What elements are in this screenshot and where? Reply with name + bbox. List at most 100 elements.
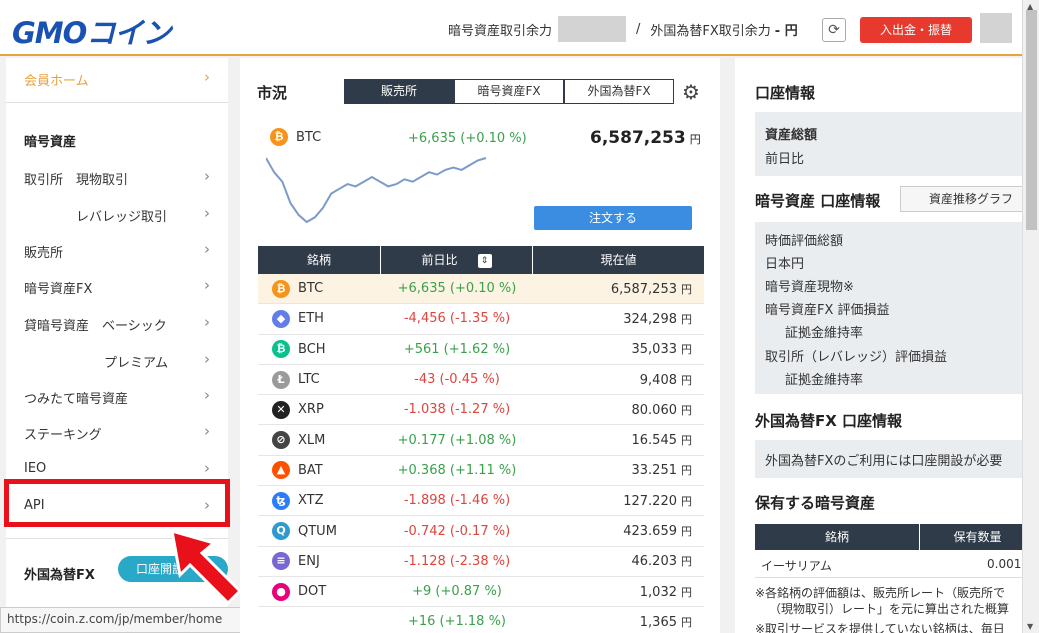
symbol-label: BAT xyxy=(298,462,323,478)
tab-retail[interactable]: 販売所 xyxy=(344,79,454,104)
fx-notice: 外国為替FXのご利用には口座開設が必要 xyxy=(765,454,1003,469)
table-row[interactable]: +16 (+1.18 %) 1,365 円 xyxy=(258,607,704,633)
tezos-icon: ꜩ xyxy=(272,491,290,510)
col-symbol[interactable]: 銘柄 xyxy=(258,246,381,274)
featured-price: 6,587,253 円 xyxy=(590,128,701,148)
refresh-icon[interactable]: ⟳ xyxy=(822,18,846,42)
pointer-arrow-icon xyxy=(170,528,243,605)
col-change-label: 前日比 xyxy=(421,253,458,267)
price-value: 1,032 xyxy=(639,584,677,600)
table-row[interactable]: Q QTUM -0.742 (-0.17 %) 423.659 円 xyxy=(258,516,704,547)
row-price: 46.203 円 xyxy=(533,553,704,569)
order-button[interactable]: 注文する xyxy=(534,206,692,230)
sidebar-item-staking[interactable]: ステーキング › xyxy=(6,414,228,450)
chevron-right-icon: › xyxy=(204,313,210,331)
account-panel: 口座情報 資産総額 前日比 暗号資産 口座情報 資産推移グラフ 時価評価総額 日… xyxy=(735,58,1022,633)
yen-unit: 円 xyxy=(681,403,692,417)
row-price: 35,033 円 xyxy=(533,341,704,357)
chevron-right-icon: › xyxy=(204,68,210,86)
crypto-heading: 暗号資産 xyxy=(24,135,77,150)
row-symbol: ◆ ETH xyxy=(258,309,381,328)
sidebar-item-member-home[interactable]: 会員ホーム › xyxy=(6,60,228,96)
table-row[interactable]: ₿ BCH +561 (+1.62 %) 35,033 円 xyxy=(258,335,704,365)
sidebar-item-lending-premium[interactable]: プレミアム › xyxy=(6,342,228,378)
chevron-right-icon: › xyxy=(204,459,210,477)
row-price: 80.060 円 xyxy=(533,402,704,418)
sidebar-item-label: レバレッジ取引 xyxy=(76,210,168,225)
holdings-col-qty: 保有数量 xyxy=(953,530,1002,544)
sidebar-item-label: つみたて暗号資産 xyxy=(24,392,129,407)
sidebar-item-lending-basic[interactable]: 貸暗号資産 ベーシック › xyxy=(6,305,228,341)
tab-forex-fx[interactable]: 外国為替FX xyxy=(564,79,674,104)
sidebar-item-label: プレミアム xyxy=(104,356,169,371)
scroll-down-icon[interactable]: ▼ xyxy=(1027,622,1033,631)
tab-crypto-fx[interactable]: 暗号資産FX xyxy=(454,79,564,104)
row-change: +9 (+0.87 %) xyxy=(412,584,502,600)
bitcoin-icon: ₿ xyxy=(270,128,288,146)
top-header: GMOコイン 暗号資産取引余力 / 外国為替FX取引余力 - 円 ⟳ 入出金・振… xyxy=(0,0,1022,56)
symbol-label: XRP xyxy=(298,402,324,418)
symbol-label: DOT xyxy=(298,584,327,600)
fx-account-title: 外国為替FX 口座情報 xyxy=(755,412,903,430)
price-value: 127.220 xyxy=(623,493,677,509)
sidebar-item-exchange-spot[interactable]: 取引所 現物取引 › xyxy=(6,159,228,195)
row-change: +0.368 (+1.11 %) xyxy=(397,462,517,478)
yen-unit: 円 xyxy=(681,373,692,387)
scroll-thumb[interactable] xyxy=(1026,10,1037,230)
price-value: 33.251 xyxy=(631,463,678,479)
acc-line: 証拠金維持率 xyxy=(785,373,864,388)
asset-graph-button[interactable]: 資産推移グラフ xyxy=(900,186,1022,212)
row-change: +0.177 (+1.08 %) xyxy=(397,432,517,448)
row-price: 33.251 円 xyxy=(533,462,704,478)
holdings-col-name: 銘柄 xyxy=(755,524,920,550)
table-row[interactable]: ꜩ XTZ -1.898 (-1.46 %) 127.220 円 xyxy=(258,486,704,517)
table-row[interactable]: ₿ BTC +6,635 (+0.10 %) 6,587,253 円 xyxy=(258,274,704,305)
table-row[interactable]: ▲ BAT +0.368 (+1.11 %) 33.251 円 xyxy=(258,456,704,487)
row-change: -1.898 (-1.46 %) xyxy=(403,493,511,509)
row-symbol: ✕ XRP xyxy=(258,400,381,419)
sidebar-item-label: 会員ホーム xyxy=(24,74,89,89)
row-symbol: Ł LTC xyxy=(258,370,381,389)
acc-line: 証拠金維持率 xyxy=(785,326,864,341)
stellar-icon: ⊘ xyxy=(272,431,290,450)
row-symbol: ▲ BAT xyxy=(258,461,381,480)
bat-icon: ▲ xyxy=(272,461,290,480)
col-change[interactable]: 前日比 ⇕ xyxy=(381,246,533,274)
row-symbol: ꜩ XTZ xyxy=(258,491,381,510)
row-price: 423.659 円 xyxy=(533,523,704,539)
chevron-right-icon: › xyxy=(204,204,210,222)
row-symbol: ⊘ XLM xyxy=(258,431,381,450)
table-row[interactable]: ≡ ENJ -1.128 (-2.38 %) 46.203 円 xyxy=(258,547,704,577)
col-price[interactable]: 現在値 xyxy=(533,246,704,274)
yen-unit: 円 xyxy=(681,494,692,508)
symbol-label: QTUM xyxy=(298,523,337,539)
row-symbol: ₿ BCH xyxy=(258,340,381,359)
chevron-right-icon: › xyxy=(204,240,210,258)
sidebar-item-accumulation[interactable]: つみたて暗号資産 › xyxy=(6,378,228,414)
total-assets-box: 資産総額 前日比 xyxy=(755,112,1022,176)
sort-icon[interactable]: ⇕ xyxy=(477,253,492,268)
btc-sparkline xyxy=(266,157,487,224)
sidebar-item-retail[interactable]: 販売所 › xyxy=(6,232,228,268)
row-symbol: ● DOT xyxy=(258,582,381,601)
gear-icon[interactable]: ⚙ xyxy=(682,80,700,104)
price-value: 324,298 xyxy=(623,311,677,327)
table-row[interactable]: Ł LTC -43 (-0.45 %) 9,408 円 xyxy=(258,365,704,396)
deposit-transfer-button[interactable]: 入出金・振替 xyxy=(860,17,972,43)
price-value: 9,408 xyxy=(639,372,677,388)
table-row[interactable]: ● DOT +9 (+0.87 %) 1,032 円 xyxy=(258,577,704,608)
row-change: -1.128 (-2.38 %) xyxy=(403,553,511,569)
chevron-right-icon: › xyxy=(204,167,210,185)
table-row[interactable]: ◆ ETH -4,456 (-1.35 %) 324,298 円 xyxy=(258,304,704,335)
fx-heading: 外国為替FX xyxy=(24,568,95,583)
page-scrollbar[interactable]: ▲ ▼ xyxy=(1022,0,1039,633)
user-menu-masked[interactable] xyxy=(980,13,1012,43)
symbol-label: ENJ xyxy=(298,553,320,569)
table-row[interactable]: ⊘ XLM +0.177 (+1.08 %) 16.545 円 xyxy=(258,425,704,456)
sidebar-item-leverage[interactable]: レバレッジ取引 › xyxy=(6,196,228,232)
divider xyxy=(6,102,228,103)
acc-line: 暗号資産現物※ xyxy=(765,280,854,295)
sidebar-item-crypto-fx[interactable]: 暗号資産FX › xyxy=(6,268,228,304)
table-row[interactable]: ✕ XRP -1.038 (-1.27 %) 80.060 円 xyxy=(258,395,704,426)
gmo-coin-logo[interactable]: GMOコイン xyxy=(12,10,171,52)
